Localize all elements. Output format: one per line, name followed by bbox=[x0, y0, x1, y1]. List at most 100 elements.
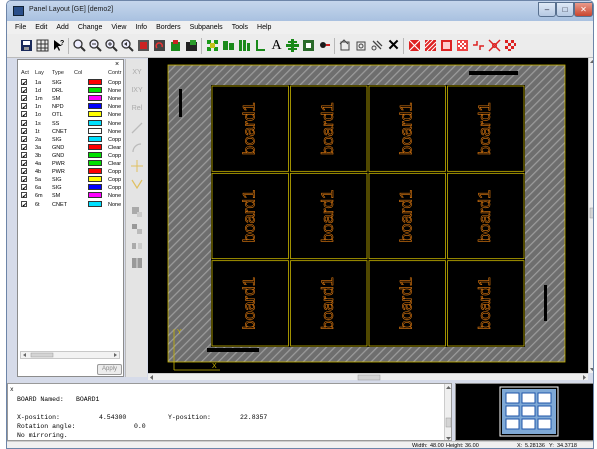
menu-view[interactable]: View bbox=[111, 24, 126, 31]
zoom-out-icon[interactable] bbox=[88, 38, 103, 53]
layer-row[interactable]: ✔ 1t CNET None bbox=[18, 127, 123, 136]
snap-tool-icon[interactable] bbox=[130, 205, 144, 219]
refresh-icon[interactable] bbox=[152, 38, 167, 53]
layer-row[interactable]: ✔ 1s SS None bbox=[18, 119, 123, 128]
layer-color-swatch[interactable] bbox=[88, 119, 102, 126]
layer-active-checkbox[interactable]: ✔ bbox=[21, 168, 27, 176]
menu-tools[interactable]: Tools bbox=[232, 24, 248, 31]
layer-color-swatch[interactable] bbox=[88, 87, 102, 94]
layers-panel-close-button[interactable]: × bbox=[113, 61, 121, 68]
layer-active-checkbox[interactable]: ✔ bbox=[21, 184, 27, 192]
layer-color-swatch[interactable] bbox=[88, 135, 102, 142]
fill-icon[interactable] bbox=[439, 38, 454, 53]
layer-color-swatch[interactable] bbox=[88, 127, 102, 134]
layout-canvas[interactable]: board1 board1 board1 board1 board1 board1 boar… bbox=[148, 58, 588, 373]
zoom-window-icon[interactable] bbox=[136, 38, 151, 53]
checker-icon[interactable] bbox=[503, 38, 518, 53]
xy-tool-button[interactable]: XY bbox=[130, 65, 144, 79]
menu-file[interactable]: File bbox=[15, 24, 26, 31]
layer-color-swatch[interactable] bbox=[88, 176, 102, 183]
help-pointer-icon[interactable]: ? bbox=[51, 38, 66, 53]
layers-horizontal-scrollbar[interactable] bbox=[20, 351, 120, 359]
layer-row[interactable]: ✔ 3a GND Clear bbox=[18, 143, 123, 152]
layer-active-checkbox[interactable]: ✔ bbox=[21, 127, 27, 136]
line-icon[interactable] bbox=[253, 38, 268, 53]
menu-info[interactable]: Info bbox=[135, 24, 147, 31]
layer-active-checkbox[interactable]: ✔ bbox=[21, 103, 27, 111]
layer-active-checkbox[interactable]: ✔ bbox=[21, 143, 27, 152]
layer-active-checkbox[interactable]: ✔ bbox=[21, 151, 27, 160]
menu-change[interactable]: Change bbox=[78, 24, 103, 31]
layer-color-swatch[interactable] bbox=[88, 192, 102, 199]
menu-subpanels[interactable]: Subpanels bbox=[190, 24, 223, 31]
layer-active-checkbox[interactable]: ✔ bbox=[21, 111, 27, 119]
routing-icon[interactable] bbox=[407, 38, 422, 53]
grid-icon[interactable] bbox=[35, 38, 50, 53]
info-panel-close-button[interactable]: x bbox=[10, 386, 14, 393]
line-tool-icon[interactable] bbox=[130, 121, 144, 135]
add-parts-icon[interactable] bbox=[221, 38, 236, 53]
zoom-in-icon[interactable] bbox=[104, 38, 119, 53]
minimize-button[interactable]: – bbox=[538, 2, 556, 17]
arc-tool-icon[interactable] bbox=[130, 141, 144, 155]
layer-row[interactable]: ✔ 1n NPD None bbox=[18, 103, 123, 111]
component-icon[interactable] bbox=[301, 38, 316, 53]
layer-color-swatch[interactable] bbox=[88, 160, 102, 166]
fiducial-icon[interactable] bbox=[285, 38, 300, 53]
overview-minimap[interactable] bbox=[455, 383, 594, 441]
layer-color-swatch[interactable] bbox=[88, 200, 102, 207]
layer-row[interactable]: ✔ 1o OTL None bbox=[18, 111, 123, 119]
undo-icon[interactable] bbox=[338, 38, 353, 53]
canvas-vertical-scrollbar[interactable] bbox=[588, 58, 593, 373]
layer-active-checkbox[interactable]: ✔ bbox=[21, 200, 27, 209]
menu-edit[interactable]: Edit bbox=[35, 24, 47, 31]
pattern-icon[interactable] bbox=[455, 38, 470, 53]
layer-row[interactable]: ✔ 4b PWR Copp bbox=[18, 168, 123, 176]
crosshair-tool-icon[interactable] bbox=[130, 159, 144, 173]
breakaway-icon[interactable] bbox=[471, 38, 486, 53]
text-icon[interactable]: A bbox=[269, 38, 284, 53]
layer-row[interactable]: ✔ 5a SIG Copp bbox=[18, 176, 123, 184]
layer-color-swatch[interactable] bbox=[88, 151, 102, 158]
layer-color-swatch[interactable] bbox=[88, 79, 102, 85]
angle-tool-icon[interactable] bbox=[130, 177, 144, 191]
layer-row[interactable]: ✔ 6a SIG Copp bbox=[18, 184, 123, 192]
redo-icon[interactable] bbox=[354, 38, 369, 53]
ixy-tool-button[interactable]: IXY bbox=[130, 83, 144, 97]
rel-tool-button[interactable]: Rel bbox=[130, 101, 144, 115]
layer-active-checkbox[interactable]: ✔ bbox=[21, 160, 27, 168]
layer-row[interactable]: ✔ 3b GND Copp bbox=[18, 151, 123, 160]
layer-active-checkbox[interactable]: ✔ bbox=[21, 176, 27, 184]
copy-icon[interactable] bbox=[370, 38, 385, 53]
layer-color-swatch[interactable] bbox=[88, 95, 102, 102]
array-tool-icon[interactable] bbox=[130, 256, 144, 270]
hatch-icon[interactable] bbox=[423, 38, 438, 53]
menu-add[interactable]: Add bbox=[56, 24, 68, 31]
layer-color-swatch[interactable] bbox=[88, 184, 102, 191]
maximize-button[interactable]: □ bbox=[556, 2, 574, 17]
layer-row[interactable]: ✔ 6t CNET None bbox=[18, 200, 123, 209]
minimap-drawing[interactable] bbox=[456, 384, 594, 440]
add-pads-icon[interactable] bbox=[205, 38, 220, 53]
layer-active-checkbox[interactable]: ✔ bbox=[21, 95, 27, 103]
close-button[interactable]: ✕ bbox=[574, 2, 593, 17]
layer-active-checkbox[interactable]: ✔ bbox=[21, 135, 27, 144]
layer-row[interactable]: ✔ 6m SM None bbox=[18, 192, 123, 200]
layer-row[interactable]: ✔ 2a SIG Copp bbox=[18, 135, 123, 144]
layer-active-checkbox[interactable]: ✔ bbox=[21, 79, 27, 87]
layer-color-swatch[interactable] bbox=[88, 111, 102, 118]
align-tool-icon[interactable] bbox=[130, 222, 144, 236]
distribute-tool-icon[interactable] bbox=[130, 239, 144, 253]
drill-icon[interactable] bbox=[317, 38, 332, 53]
panel-icon[interactable] bbox=[168, 38, 183, 53]
mousebite-icon[interactable] bbox=[487, 38, 502, 53]
layer-row[interactable]: ✔ 1m SM None bbox=[18, 95, 123, 103]
layer-active-checkbox[interactable]: ✔ bbox=[21, 192, 27, 200]
apply-button[interactable]: Apply bbox=[97, 364, 122, 375]
layer-color-swatch[interactable] bbox=[88, 168, 102, 175]
layer-row[interactable]: ✔ 1a SIG Copp bbox=[18, 79, 123, 87]
layer-color-swatch[interactable] bbox=[88, 103, 102, 110]
layer-color-swatch[interactable] bbox=[88, 143, 102, 150]
menu-borders[interactable]: Borders bbox=[156, 24, 181, 31]
delete-icon[interactable]: ✕ bbox=[386, 38, 401, 53]
